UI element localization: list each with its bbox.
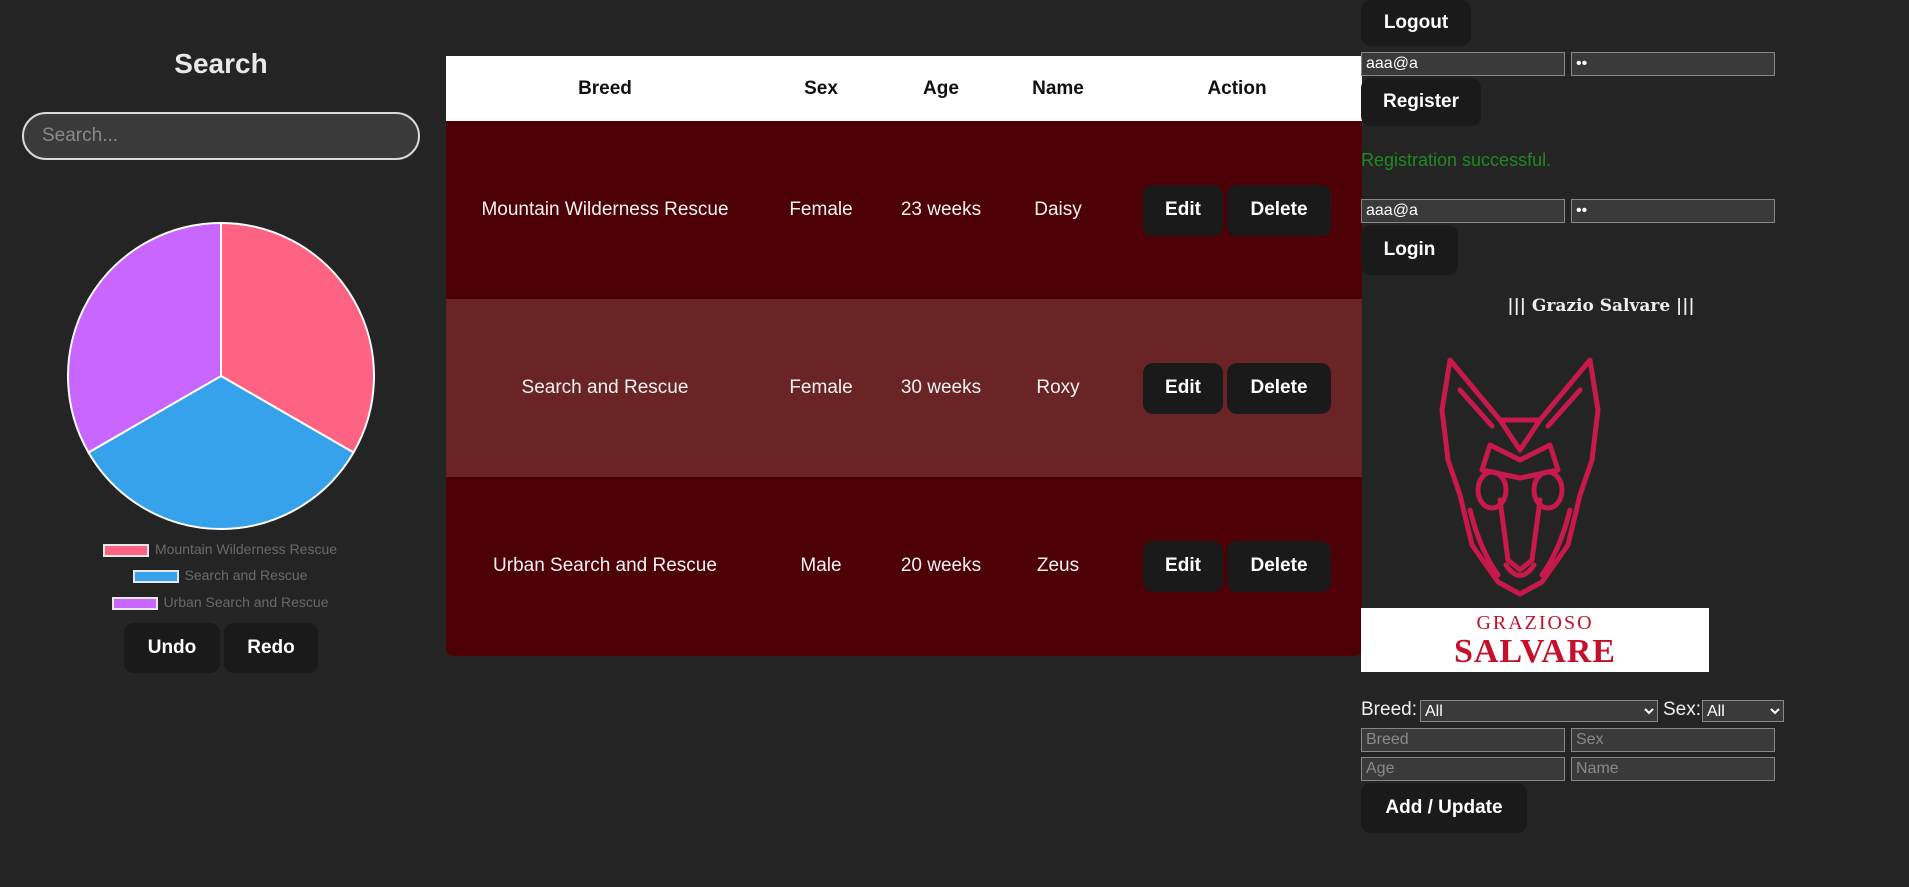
search-input[interactable] bbox=[22, 112, 420, 160]
dogs-table: Breed Sex Age Name Action Mountain Wilde… bbox=[446, 56, 1362, 655]
cell-sex: Male bbox=[800, 555, 842, 576]
sex-filter-select[interactable]: All bbox=[1702, 700, 1784, 722]
legend-swatch bbox=[132, 569, 179, 583]
edit-button[interactable]: Edit bbox=[1143, 184, 1223, 236]
legend-label: Urban Search and Rescue bbox=[163, 594, 329, 610]
cell-breed: Mountain Wilderness Rescue bbox=[481, 199, 729, 220]
delete-button[interactable]: Delete bbox=[1227, 184, 1331, 236]
legend-label: Mountain Wilderness Rescue bbox=[154, 541, 338, 557]
breed-field[interactable] bbox=[1361, 728, 1565, 752]
german-shepherd-logo-icon bbox=[1439, 357, 1601, 597]
brand-logo-plate: GRAZIOSO SALVARE bbox=[1361, 608, 1709, 672]
age-field[interactable] bbox=[1361, 757, 1565, 781]
register-password-field[interactable] bbox=[1571, 52, 1775, 76]
redo-button[interactable]: Redo bbox=[224, 623, 318, 673]
delete-button[interactable]: Delete bbox=[1227, 362, 1331, 414]
edit-button[interactable]: Edit bbox=[1143, 540, 1223, 592]
legend-item-mountain[interactable]: Mountain Wilderness Rescue bbox=[0, 541, 440, 557]
cell-breed: Search and Rescue bbox=[521, 377, 689, 398]
legend-item-urban[interactable]: Urban Search and Rescue bbox=[0, 594, 440, 610]
cell-sex: Female bbox=[789, 199, 853, 220]
login-password-field[interactable] bbox=[1571, 199, 1775, 223]
table-row: Search and Rescue Female 30 weeks Roxy E… bbox=[446, 299, 1362, 477]
legend-swatch bbox=[111, 596, 158, 610]
login-email-field[interactable] bbox=[1361, 199, 1565, 223]
cell-name: Daisy bbox=[1034, 199, 1082, 220]
cell-age: 23 weeks bbox=[900, 199, 982, 220]
register-button[interactable]: Register bbox=[1361, 78, 1481, 126]
delete-button[interactable]: Delete bbox=[1227, 540, 1331, 592]
cell-sex: Female bbox=[789, 377, 853, 398]
logout-button[interactable]: Logout bbox=[1361, 0, 1471, 46]
undo-button[interactable]: Undo bbox=[124, 623, 220, 673]
table-row: Mountain Wilderness Rescue Female 23 wee… bbox=[446, 121, 1362, 299]
sex-field[interactable] bbox=[1571, 728, 1775, 752]
header-action: Action bbox=[1207, 77, 1267, 99]
cell-name: Zeus bbox=[1036, 555, 1080, 576]
cell-actions: Edit Delete bbox=[1112, 477, 1362, 655]
table-header-row: Breed Sex Age Name Action bbox=[446, 56, 1362, 121]
header-breed[interactable]: Breed bbox=[446, 56, 764, 121]
brand-title: ||| Grazio Salvare ||| bbox=[1507, 296, 1695, 316]
sex-filter-label: Sex: bbox=[1663, 699, 1702, 720]
login-button[interactable]: Login bbox=[1361, 225, 1458, 275]
logo-text-salvare: SALVARE bbox=[1454, 633, 1616, 670]
table-row: Urban Search and Rescue Male 20 weeks Ze… bbox=[446, 477, 1362, 655]
cell-age: 30 weeks bbox=[900, 377, 982, 398]
cell-breed: Urban Search and Rescue bbox=[493, 555, 717, 576]
search-title: Search bbox=[174, 48, 268, 79]
logo-text-grazioso: GRAZIOSO bbox=[1476, 612, 1594, 634]
name-field[interactable] bbox=[1571, 757, 1775, 781]
cell-actions: Edit Delete bbox=[1112, 121, 1362, 299]
cell-name: Roxy bbox=[1036, 377, 1080, 398]
registration-status-message: Registration successful. bbox=[1361, 150, 1552, 170]
cell-age: 20 weeks bbox=[900, 555, 982, 576]
header-name[interactable]: Name bbox=[1004, 56, 1112, 121]
breed-filter-label: Breed: bbox=[1361, 699, 1417, 720]
dogs-table-container: Breed Sex Age Name Action Mountain Wilde… bbox=[446, 56, 1362, 656]
cell-actions: Edit Delete bbox=[1112, 299, 1362, 477]
legend-item-search[interactable]: Search and Rescue bbox=[0, 567, 440, 583]
header-sex[interactable]: Sex bbox=[764, 56, 878, 121]
add-update-button[interactable]: Add / Update bbox=[1361, 783, 1527, 833]
header-age[interactable]: Age bbox=[878, 56, 1004, 121]
edit-button[interactable]: Edit bbox=[1143, 362, 1223, 414]
breed-filter-select[interactable]: All bbox=[1420, 700, 1658, 722]
breed-pie-chart bbox=[67, 221, 375, 530]
legend-label: Search and Rescue bbox=[184, 567, 308, 583]
legend-swatch bbox=[102, 543, 149, 557]
register-email-field[interactable] bbox=[1361, 52, 1565, 76]
